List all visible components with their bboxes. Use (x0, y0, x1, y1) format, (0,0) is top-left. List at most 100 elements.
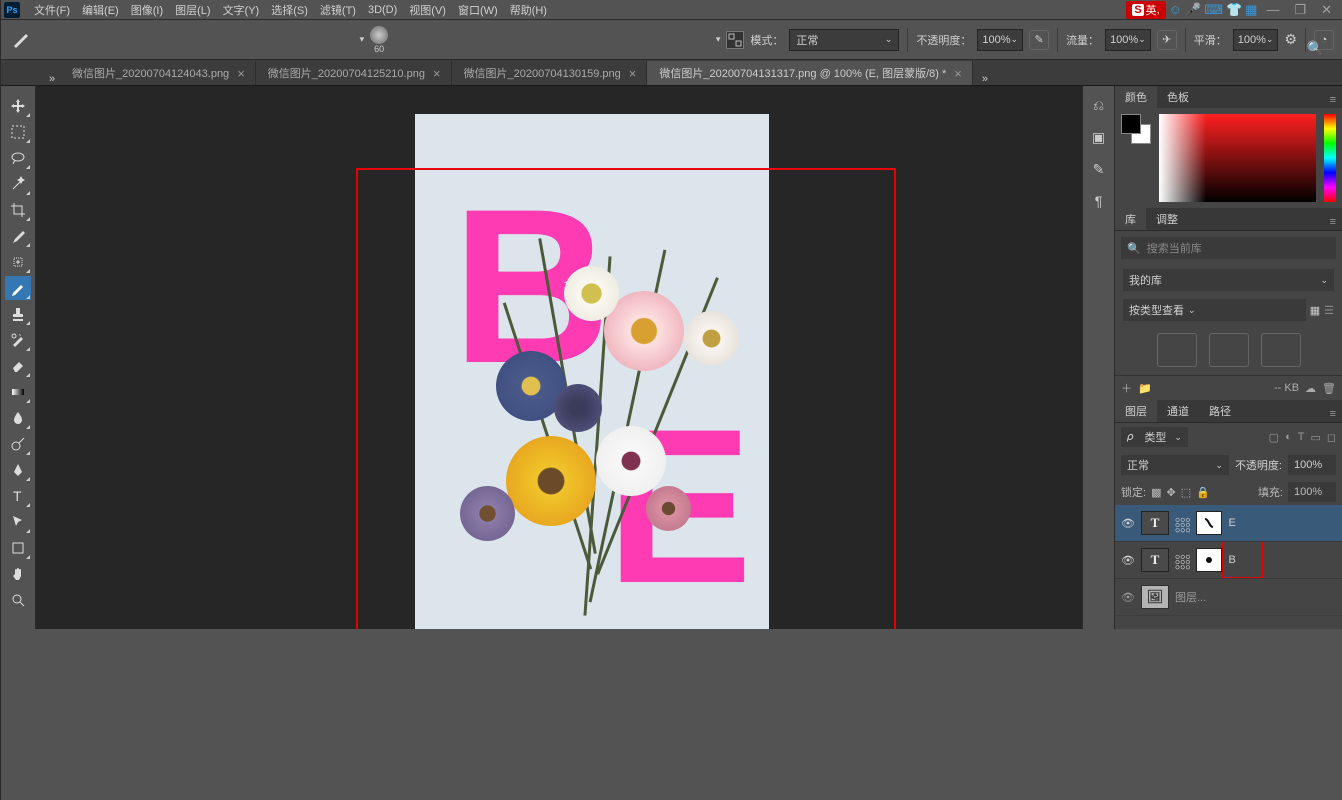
smoothing-input[interactable]: 100%⌄ (1233, 29, 1279, 51)
magic-wand-tool[interactable] (5, 172, 31, 196)
layer-item[interactable]: 👁 T 𓃑 E (1115, 505, 1342, 542)
document-tab[interactable]: 微信图片_20200704130159.png× (452, 61, 648, 85)
tab-swatches[interactable]: 色板 (1157, 86, 1199, 108)
tab-layers[interactable]: 图层 (1115, 400, 1157, 422)
layer-fill-input[interactable]: 100% (1288, 482, 1336, 502)
menu-type[interactable]: 文字(Y) (217, 0, 266, 20)
zoom-tool[interactable] (5, 588, 31, 612)
marquee-tool[interactable] (5, 120, 31, 144)
ime-indicator[interactable]: S英 , (1126, 1, 1165, 19)
menu-view[interactable]: 视图(V) (403, 0, 452, 20)
tab-paths[interactable]: 路径 (1199, 400, 1241, 422)
healing-tool[interactable] (5, 250, 31, 274)
document-tab[interactable]: 微信图片_20200704124043.png× (60, 61, 256, 85)
shape-tool[interactable] (5, 536, 31, 560)
layer-item[interactable]: 👁 🖼 图层... (1115, 579, 1342, 616)
layer-filter-dropdown[interactable]: 𝜌 类型⌄ (1121, 427, 1188, 447)
trash-icon[interactable]: 🗑 (1322, 382, 1336, 395)
ime-icon-group[interactable]: ☺ 🎤 ⌨ 👕 ▦ (1169, 2, 1258, 18)
hand-tool[interactable] (5, 562, 31, 586)
menu-file[interactable]: 文件(F) (28, 0, 76, 20)
opacity-input[interactable]: 100%⌄ (977, 29, 1023, 51)
tab-libraries[interactable]: 库 (1115, 208, 1146, 230)
menu-filter[interactable]: 滤镜(T) (314, 0, 362, 20)
lasso-tool[interactable] (5, 146, 31, 170)
dodge-tool[interactable] (5, 432, 31, 456)
type-tool[interactable]: T (5, 484, 31, 508)
filter-adjust-icon[interactable]: ◐ (1285, 431, 1292, 444)
brush-size-arrow[interactable]: ▾ (716, 34, 721, 45)
layer-item[interactable]: 👁 T 𓃑 B (1115, 542, 1342, 579)
document-tab[interactable]: 微信图片_20200704125210.png× (256, 61, 452, 85)
fg-bg-color[interactable] (1121, 114, 1151, 144)
eyedropper-tool[interactable] (5, 224, 31, 248)
move-tool[interactable] (5, 94, 31, 118)
document-tab-active[interactable]: 微信图片_20200704131317.png @ 100% (E, 图层蒙版/… (647, 61, 973, 85)
color-field[interactable] (1159, 114, 1316, 202)
close-tab-icon[interactable]: × (954, 66, 962, 81)
crop-tool[interactable] (5, 198, 31, 222)
airbrush-icon[interactable]: ✈ (1157, 30, 1177, 50)
filter-type-icon[interactable]: T (1298, 431, 1305, 444)
brush-preset-picker[interactable]: 60 (370, 26, 388, 54)
menu-layer[interactable]: 图层(L) (169, 0, 216, 20)
eraser-tool[interactable] (5, 354, 31, 378)
panel-menu-icon[interactable]: ≡ (1324, 406, 1342, 422)
menu-edit[interactable]: 编辑(E) (76, 0, 125, 20)
library-search[interactable]: 🔍搜索当前库 (1121, 237, 1336, 259)
menu-help[interactable]: 帮助(H) (504, 0, 553, 20)
list-view-icon[interactable]: ☰ (1324, 304, 1334, 317)
panel-menu-icon[interactable]: ≡ (1324, 214, 1342, 230)
menu-3d[interactable]: 3D(D) (362, 2, 403, 18)
layer-mask-thumb[interactable] (1196, 548, 1222, 572)
smoothing-options-icon[interactable]: ⚙ (1284, 31, 1297, 48)
window-close-icon[interactable]: ✕ (1315, 2, 1338, 18)
filter-pixel-icon[interactable]: ▢ (1269, 431, 1279, 444)
library-view-dropdown[interactable]: 按类型查看⌄ (1123, 299, 1306, 321)
blend-mode-dropdown[interactable]: 正常⌄ (789, 29, 899, 51)
window-minimize-icon[interactable]: — (1260, 2, 1285, 17)
history-panel-icon[interactable]: ⎌ (1089, 96, 1109, 114)
tab-expander-icon[interactable]: » (44, 73, 60, 85)
menu-select[interactable]: 选择(S) (265, 0, 314, 20)
add-content-icon[interactable]: ＋ (1121, 380, 1132, 396)
close-tab-icon[interactable]: × (433, 66, 441, 81)
keyboard-icon[interactable]: ⌨ (1204, 2, 1223, 18)
search-icon[interactable]: 🔍 (1307, 40, 1324, 57)
history-brush-tool[interactable] (5, 328, 31, 352)
filter-smart-icon[interactable]: ◻ (1327, 431, 1336, 444)
menu-image[interactable]: 图像(I) (125, 0, 169, 20)
window-restore-icon[interactable]: ❐ (1288, 2, 1312, 18)
layer-blend-dropdown[interactable]: 正常⌄ (1121, 455, 1229, 475)
lock-position-icon[interactable]: ✥ (1166, 486, 1175, 499)
flow-input[interactable]: 100%⌄ (1105, 29, 1151, 51)
menu-window[interactable]: 窗口(W) (452, 0, 504, 20)
layer-name[interactable]: E (1228, 517, 1235, 529)
visibility-icon[interactable]: 👁 (1121, 554, 1135, 567)
canvas-area[interactable]: B E (36, 86, 1082, 629)
tab-overflow-icon[interactable]: » (977, 73, 993, 85)
layer-name[interactable]: 图层... (1175, 589, 1206, 605)
tab-color[interactable]: 颜色 (1115, 86, 1157, 108)
stamp-tool[interactable] (5, 302, 31, 326)
shirt-icon[interactable]: 👕 (1226, 2, 1242, 18)
tab-adjustments[interactable]: 调整 (1146, 208, 1188, 230)
gradient-tool[interactable] (5, 380, 31, 404)
lock-all-icon[interactable]: 🔒 (1196, 486, 1210, 499)
tool-preset-arrow[interactable]: ▾ (360, 34, 365, 45)
grid-view-icon[interactable]: ▦ (1310, 304, 1320, 317)
cloud-icon[interactable]: ☁ (1305, 382, 1316, 395)
layer-mask-thumb[interactable] (1196, 511, 1222, 535)
pen-tool[interactable] (5, 458, 31, 482)
brush-panel-toggle-icon[interactable] (726, 31, 744, 49)
lock-pixels-icon[interactable]: ▩ (1151, 486, 1161, 499)
smiley-icon[interactable]: ☺ (1169, 2, 1182, 18)
brush-tool-icon[interactable] (8, 28, 32, 52)
brushes-panel-icon[interactable]: ✎ (1089, 160, 1109, 178)
visibility-icon[interactable]: 👁 (1121, 591, 1135, 604)
grid-icon[interactable]: ▦ (1245, 2, 1257, 18)
library-select[interactable]: 我的库⌄ (1123, 269, 1334, 291)
close-tab-icon[interactable]: × (237, 66, 245, 81)
lock-image-icon[interactable]: ⬚ (1181, 486, 1191, 499)
filter-shape-icon[interactable]: ▭ (1310, 431, 1320, 444)
